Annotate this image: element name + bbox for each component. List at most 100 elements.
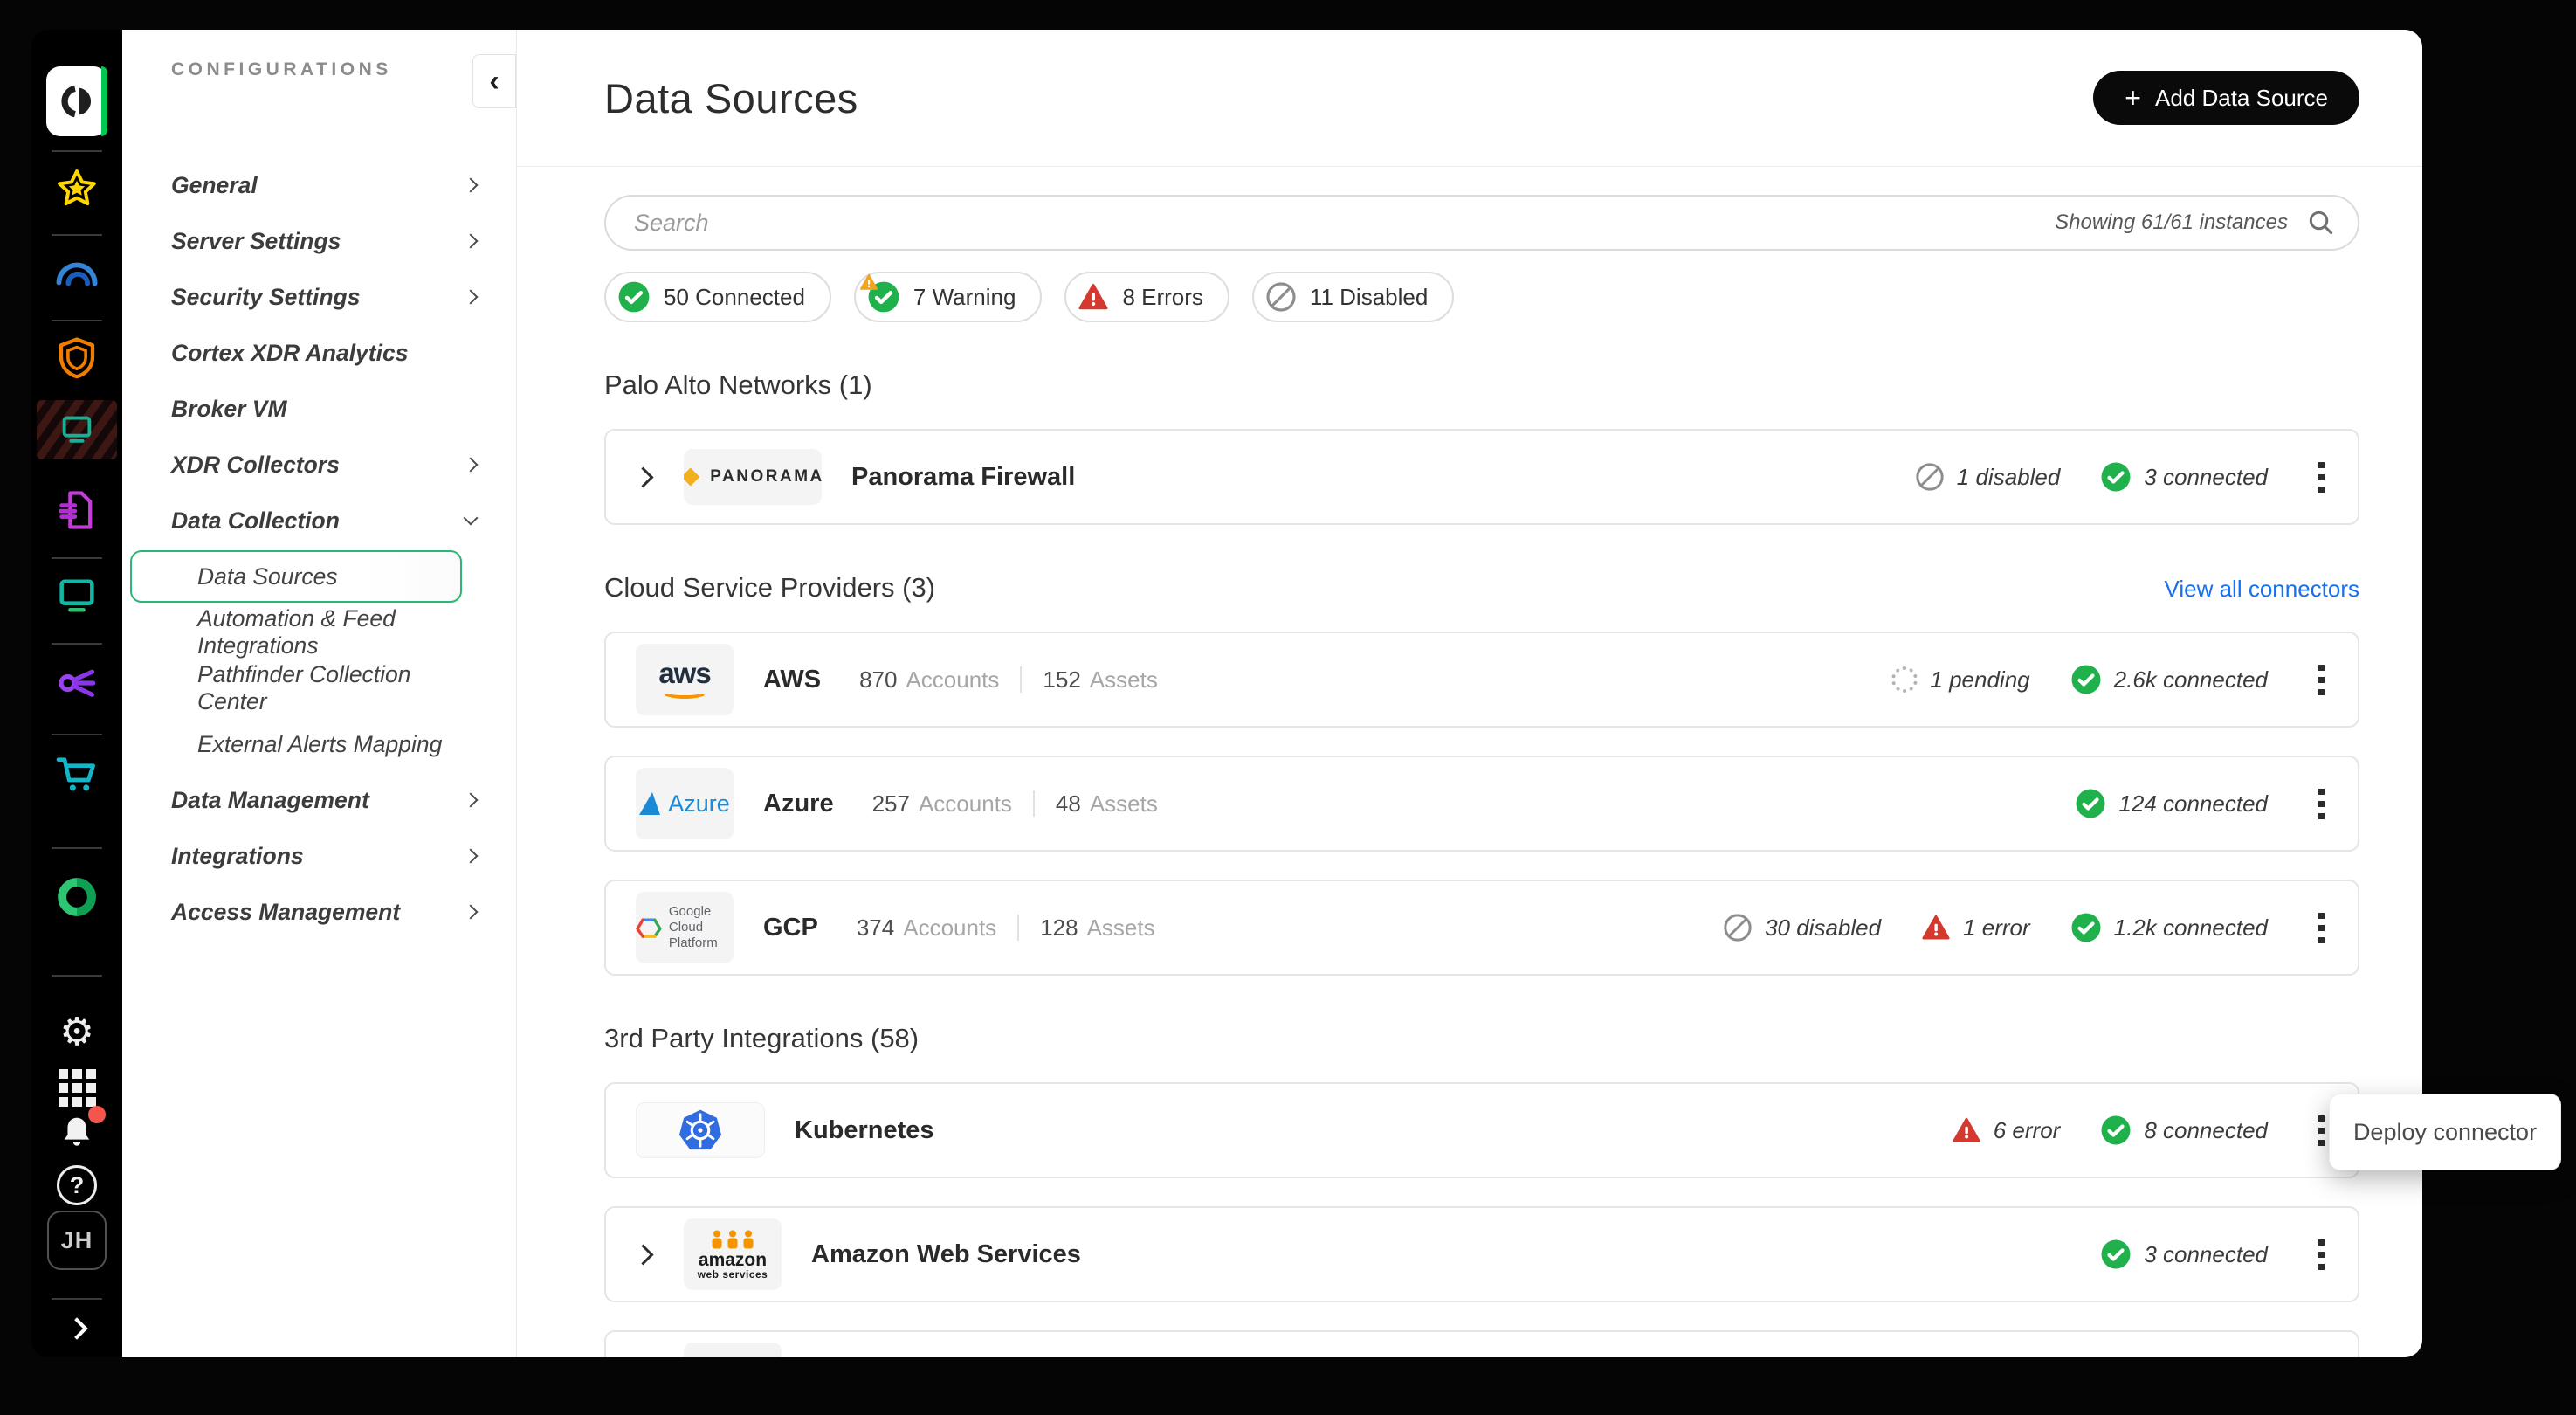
- share-network-icon[interactable]: [31, 659, 122, 708]
- status-connected: 3 connected: [2100, 1239, 2268, 1270]
- filter-errors[interactable]: 8 Errors: [1064, 272, 1229, 322]
- chevron-right-icon: [464, 234, 479, 249]
- hazard-console-icon[interactable]: [31, 400, 122, 459]
- row-name: AWS: [763, 666, 821, 694]
- sidebar-item-cortex-xdr-analytics[interactable]: Cortex XDR Analytics: [122, 325, 516, 381]
- panorama-logo: PANORAMA: [684, 449, 822, 505]
- search-bar[interactable]: Showing 61/61 instances: [604, 195, 2359, 251]
- sidebar-item-access-management[interactable]: Access Management: [122, 884, 516, 940]
- search-icon[interactable]: [2307, 209, 2335, 237]
- kebab-menu-button[interactable]: [2315, 785, 2328, 823]
- sidebar-item-general[interactable]: General: [122, 157, 516, 213]
- report-document-icon[interactable]: [31, 487, 122, 533]
- kubernetes-logo: [636, 1102, 765, 1158]
- section-title-3rd-party: 3rd Party Integrations (58): [604, 1023, 919, 1054]
- status-filters: 50 Connected 7 Warning 8 Errors 11 Disab…: [604, 272, 2359, 322]
- connected-check-icon: [2075, 788, 2106, 819]
- collapse-chevron-icon: ‹: [489, 66, 499, 96]
- sidebar-collapse-button[interactable]: ‹: [472, 54, 516, 108]
- expand-row-chevron[interactable]: [632, 466, 653, 487]
- page-title: Data Sources: [604, 74, 858, 122]
- sidebar-item-integrations[interactable]: Integrations: [122, 828, 516, 884]
- sidebar-item-server-settings[interactable]: Server Settings: [122, 213, 516, 269]
- sidebar-item-broker-vm[interactable]: Broker VM: [122, 381, 516, 437]
- status-disabled: 1 disabled: [1915, 462, 2061, 492]
- row-name: Panorama Firewall: [851, 463, 1075, 492]
- status-connected: 3 connected: [2100, 461, 2268, 493]
- chevron-down-icon: [464, 511, 479, 526]
- notifications-bell-icon[interactable]: [31, 1113, 122, 1157]
- panorama-logo-icon: [684, 468, 699, 487]
- error-triangle-icon: [1952, 1115, 1981, 1145]
- shield-icon[interactable]: [31, 335, 122, 383]
- row-name: Azure: [763, 790, 834, 818]
- favorites-star-icon[interactable]: [31, 166, 122, 215]
- chevron-right-icon: [464, 793, 479, 808]
- section-title-palo-alto: Palo Alto Networks (1): [604, 369, 872, 401]
- amazon-web-services-logo: amazon web services: [684, 1218, 782, 1290]
- gcp-hexagon-icon: [636, 913, 662, 942]
- chevron-right-icon: [65, 1317, 87, 1339]
- sidebar-item-security-settings[interactable]: Security Settings: [122, 269, 516, 325]
- help-icon[interactable]: ?: [31, 1165, 122, 1205]
- cortex-logo[interactable]: [31, 66, 122, 136]
- add-data-source-button[interactable]: + Add Data Source: [2093, 71, 2359, 125]
- kebab-menu-button[interactable]: [2315, 1236, 2328, 1274]
- connected-check-icon: [2100, 1115, 2132, 1146]
- settings-gear-icon[interactable]: ⚙: [31, 1013, 122, 1052]
- sidebar-item-data-sources[interactable]: Data Sources: [122, 549, 516, 604]
- rail-divider: [52, 234, 102, 236]
- row-amazon-web-services: amazon web services Amazon Web Services …: [604, 1206, 2359, 1302]
- connected-check-icon: [2100, 461, 2132, 493]
- okta-logo: okta: [684, 1343, 782, 1357]
- status-ring-icon[interactable]: [31, 873, 122, 921]
- header-divider: [517, 166, 2422, 167]
- row-azure: Azure Azure 257 Accounts 48 Assets 124 c…: [604, 756, 2359, 852]
- disabled-icon: [1265, 281, 1297, 313]
- azure-logo: Azure: [636, 768, 734, 839]
- sidebar-menu: General Server Settings Security Setting…: [122, 157, 516, 940]
- expand-rail-chevron[interactable]: [31, 1321, 122, 1336]
- connected-check-icon: [2100, 1239, 2132, 1270]
- connected-check-icon: [617, 280, 651, 314]
- filter-connected[interactable]: 50 Connected: [604, 272, 831, 322]
- user-avatar[interactable]: JH: [31, 1211, 122, 1270]
- sidebar-title: CONFIGURATIONS: [171, 59, 392, 79]
- connected-check-icon: [2070, 912, 2102, 943]
- chevron-right-icon: [464, 905, 479, 920]
- monitor-icon[interactable]: [31, 573, 122, 618]
- view-all-connectors-link[interactable]: View all connectors: [2164, 576, 2359, 603]
- icon-rail: ⚙ ? JH: [31, 30, 122, 1357]
- chevron-right-icon: [464, 290, 479, 305]
- sidebar-item-xdr-collectors[interactable]: XDR Collectors: [122, 437, 516, 493]
- cortex-logo-tile: [46, 66, 107, 136]
- app-window: ⚙ ? JH CONFIGURATIONS: [31, 30, 2422, 1357]
- expand-row-chevron[interactable]: [632, 1244, 653, 1265]
- sidebar-item-automation-feed-integrations[interactable]: Automation & Feed Integrations: [122, 604, 516, 660]
- sidebar-item-external-alerts-mapping[interactable]: External Alerts Mapping: [122, 716, 516, 772]
- filter-warning[interactable]: 7 Warning: [854, 272, 1043, 322]
- error-triangle-icon: [1078, 281, 1109, 313]
- arcs-icon[interactable]: [31, 250, 122, 300]
- help-glyph: ?: [70, 1172, 85, 1199]
- sidebar-item-pathfinder-collection-center[interactable]: Pathfinder Collection Center: [122, 660, 516, 716]
- kebab-menu-button[interactable]: [2315, 1112, 2328, 1149]
- kebab-menu-button[interactable]: [2315, 909, 2328, 947]
- deploy-connector-menu-item[interactable]: Deploy connector: [2330, 1094, 2560, 1170]
- kebab-menu-button[interactable]: [2315, 459, 2328, 496]
- sidebar-item-data-collection[interactable]: Data Collection: [122, 493, 516, 549]
- status-disabled: 30 disabled: [1723, 913, 1881, 942]
- marketplace-cart-icon[interactable]: [31, 749, 122, 798]
- chevron-right-icon: [464, 178, 479, 193]
- cortex-logo-icon: [59, 83, 95, 120]
- kubernetes-helm-icon: [678, 1108, 723, 1153]
- kebab-menu-button[interactable]: [2315, 661, 2328, 699]
- error-triangle-icon: [1921, 913, 1951, 942]
- row-aws: aws AWS 870 Accounts 152 Assets 1 pendin…: [604, 632, 2359, 728]
- plus-icon: +: [2125, 84, 2141, 112]
- apps-grid-icon[interactable]: [31, 1069, 122, 1107]
- search-input[interactable]: [634, 210, 2055, 237]
- filter-disabled[interactable]: 11 Disabled: [1252, 272, 1454, 322]
- sidebar-item-data-management[interactable]: Data Management: [122, 772, 516, 828]
- rail-divider: [52, 643, 102, 645]
